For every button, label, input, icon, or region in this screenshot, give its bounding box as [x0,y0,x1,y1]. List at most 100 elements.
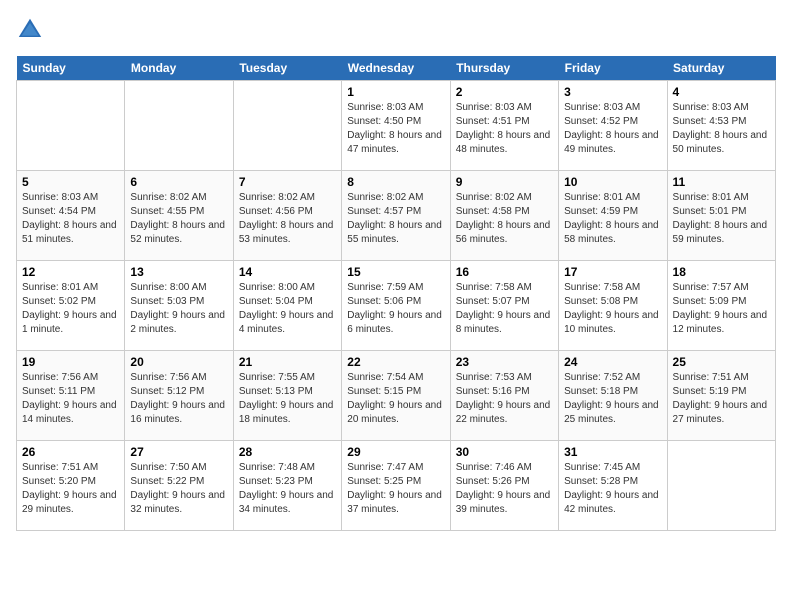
calendar-week-row: 19Sunrise: 7:56 AM Sunset: 5:11 PM Dayli… [17,351,776,441]
calendar-day-cell: 19Sunrise: 7:56 AM Sunset: 5:11 PM Dayli… [17,351,125,441]
calendar-day-cell: 18 Sunrise: 7:57 AM Sunset: 5:09 PM Dayli… [667,261,775,351]
calendar-day-cell: 11 Sunrise: 8:01 AM Sunset: 5:01 PM Dayli… [667,171,775,261]
day-info: Sunrise: 7:57 AM Sunset: 5:09 PM Dayligh… [673,281,770,337]
day-info: Sunrise: 7:54 AM Sunset: 5:15 PM Dayligh… [347,371,444,427]
calendar-week-row: 26Sunrise: 7:51 AM Sunset: 5:20 PM Dayli… [17,441,776,531]
calendar-day-cell: 14 Sunrise: 8:00 AM Sunset: 5:04 PM Dayli… [233,261,341,351]
day-number: 3 [564,85,661,99]
weekday-header: Monday [125,56,233,81]
calendar-day-cell: 31 Sunrise: 7:45 AM Sunset: 5:28 PM Dayli… [559,441,667,531]
day-number: 9 [456,175,553,189]
day-info: Sunrise: 8:02 AM Sunset: 4:56 PM Dayligh… [239,191,336,247]
calendar-day-cell: 7 Sunrise: 8:02 AM Sunset: 4:56 PM Daylig… [233,171,341,261]
day-info: Sunrise: 7:59 AM Sunset: 5:06 PM Dayligh… [347,281,444,337]
calendar-day-cell: 22 Sunrise: 7:54 AM Sunset: 5:15 PM Dayli… [342,351,450,441]
day-number: 2 [456,85,553,99]
day-info: Sunrise: 7:56 AM Sunset: 5:11 PM Dayligh… [22,371,119,427]
calendar-day-cell: 27 Sunrise: 7:50 AM Sunset: 5:22 PM Dayli… [125,441,233,531]
calendar-day-cell: 9Sunrise: 8:02 AM Sunset: 4:58 PM Daylig… [450,171,558,261]
day-info: Sunrise: 7:56 AM Sunset: 5:12 PM Dayligh… [130,371,227,427]
calendar-day-cell [667,441,775,531]
day-number: 22 [347,355,444,369]
calendar-day-cell: 28 Sunrise: 7:48 AM Sunset: 5:23 PM Dayli… [233,441,341,531]
day-number: 26 [22,445,119,459]
day-number: 25 [673,355,770,369]
day-number: 14 [239,265,336,279]
day-info: Sunrise: 7:45 AM Sunset: 5:28 PM Dayligh… [564,461,661,517]
day-info: Sunrise: 7:51 AM Sunset: 5:19 PM Dayligh… [673,371,770,427]
day-info: Sunrise: 8:03 AM Sunset: 4:53 PM Dayligh… [673,101,770,157]
calendar-day-cell: 5 Sunrise: 8:03 AM Sunset: 4:54 PM Daylig… [17,171,125,261]
day-info: Sunrise: 7:55 AM Sunset: 5:13 PM Dayligh… [239,371,336,427]
calendar-table: SundayMondayTuesdayWednesdayThursdayFrid… [16,56,776,531]
day-info: Sunrise: 8:03 AM Sunset: 4:52 PM Dayligh… [564,101,661,157]
calendar-day-cell: 17 Sunrise: 7:58 AM Sunset: 5:08 PM Dayli… [559,261,667,351]
day-number: 31 [564,445,661,459]
calendar-day-cell: 4 Sunrise: 8:03 AM Sunset: 4:53 PM Daylig… [667,81,775,171]
day-number: 27 [130,445,227,459]
page-header [16,16,776,44]
day-info: Sunrise: 7:47 AM Sunset: 5:25 PM Dayligh… [347,461,444,517]
calendar-body: 1 Sunrise: 8:03 AM Sunset: 4:50 PM Daylig… [17,81,776,531]
day-number: 29 [347,445,444,459]
calendar-day-cell [125,81,233,171]
day-number: 4 [673,85,770,99]
day-info: Sunrise: 8:03 AM Sunset: 4:50 PM Dayligh… [347,101,444,157]
calendar-day-cell: 20 Sunrise: 7:56 AM Sunset: 5:12 PM Dayli… [125,351,233,441]
day-info: Sunrise: 8:02 AM Sunset: 4:55 PM Dayligh… [130,191,227,247]
weekday-header: Thursday [450,56,558,81]
calendar-day-cell [17,81,125,171]
calendar-day-cell: 25 Sunrise: 7:51 AM Sunset: 5:19 PM Dayli… [667,351,775,441]
day-info: Sunrise: 7:58 AM Sunset: 5:07 PM Dayligh… [456,281,553,337]
day-number: 16 [456,265,553,279]
calendar-day-cell: 21Sunrise: 7:55 AM Sunset: 5:13 PM Dayli… [233,351,341,441]
calendar-week-row: 1 Sunrise: 8:03 AM Sunset: 4:50 PM Daylig… [17,81,776,171]
day-info: Sunrise: 7:48 AM Sunset: 5:23 PM Dayligh… [239,461,336,517]
day-number: 28 [239,445,336,459]
day-info: Sunrise: 7:50 AM Sunset: 5:22 PM Dayligh… [130,461,227,517]
calendar-day-cell: 10 Sunrise: 8:01 AM Sunset: 4:59 PM Dayli… [559,171,667,261]
weekday-header: Wednesday [342,56,450,81]
day-number: 17 [564,265,661,279]
day-info: Sunrise: 7:52 AM Sunset: 5:18 PM Dayligh… [564,371,661,427]
calendar-day-cell: 30Sunrise: 7:46 AM Sunset: 5:26 PM Dayli… [450,441,558,531]
day-number: 5 [22,175,119,189]
day-number: 8 [347,175,444,189]
day-number: 1 [347,85,444,99]
calendar-header: SundayMondayTuesdayWednesdayThursdayFrid… [17,56,776,81]
day-info: Sunrise: 7:46 AM Sunset: 5:26 PM Dayligh… [456,461,553,517]
calendar-day-cell: 16 Sunrise: 7:58 AM Sunset: 5:07 PM Dayli… [450,261,558,351]
day-number: 23 [456,355,553,369]
calendar-day-cell: 12Sunrise: 8:01 AM Sunset: 5:02 PM Dayli… [17,261,125,351]
calendar-day-cell: 15Sunrise: 7:59 AM Sunset: 5:06 PM Dayli… [342,261,450,351]
day-number: 10 [564,175,661,189]
day-number: 6 [130,175,227,189]
day-info: Sunrise: 8:01 AM Sunset: 4:59 PM Dayligh… [564,191,661,247]
calendar-day-cell: 8Sunrise: 8:02 AM Sunset: 4:57 PM Daylig… [342,171,450,261]
day-number: 24 [564,355,661,369]
weekday-header: Friday [559,56,667,81]
day-number: 12 [22,265,119,279]
day-info: Sunrise: 8:00 AM Sunset: 5:04 PM Dayligh… [239,281,336,337]
calendar-day-cell: 6 Sunrise: 8:02 AM Sunset: 4:55 PM Daylig… [125,171,233,261]
day-number: 20 [130,355,227,369]
weekday-header: Tuesday [233,56,341,81]
day-number: 18 [673,265,770,279]
weekday-header: Saturday [667,56,775,81]
calendar-day-cell: 23Sunrise: 7:53 AM Sunset: 5:16 PM Dayli… [450,351,558,441]
day-info: Sunrise: 8:01 AM Sunset: 5:01 PM Dayligh… [673,191,770,247]
calendar-day-cell: 2 Sunrise: 8:03 AM Sunset: 4:51 PM Daylig… [450,81,558,171]
day-number: 7 [239,175,336,189]
logo [16,16,48,44]
day-info: Sunrise: 7:58 AM Sunset: 5:08 PM Dayligh… [564,281,661,337]
calendar-day-cell [233,81,341,171]
day-info: Sunrise: 8:03 AM Sunset: 4:51 PM Dayligh… [456,101,553,157]
calendar-day-cell: 1 Sunrise: 8:03 AM Sunset: 4:50 PM Daylig… [342,81,450,171]
calendar-day-cell: 29 Sunrise: 7:47 AM Sunset: 5:25 PM Dayli… [342,441,450,531]
calendar-day-cell: 26Sunrise: 7:51 AM Sunset: 5:20 PM Dayli… [17,441,125,531]
day-number: 13 [130,265,227,279]
day-info: Sunrise: 8:03 AM Sunset: 4:54 PM Dayligh… [22,191,119,247]
calendar-week-row: 5 Sunrise: 8:03 AM Sunset: 4:54 PM Daylig… [17,171,776,261]
day-number: 11 [673,175,770,189]
calendar-day-cell: 13Sunrise: 8:00 AM Sunset: 5:03 PM Dayli… [125,261,233,351]
